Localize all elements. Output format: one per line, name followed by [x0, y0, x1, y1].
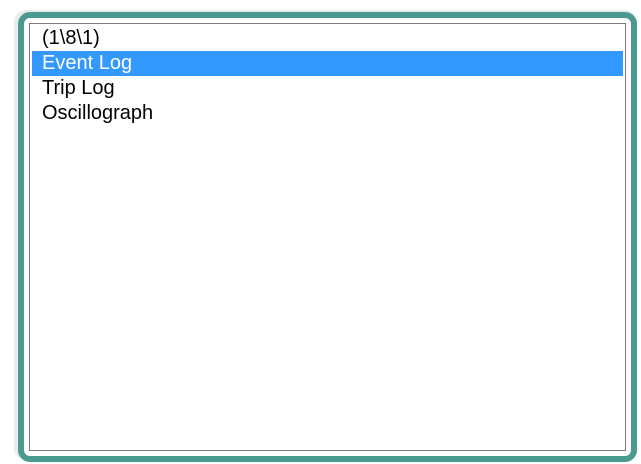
listbox-items: (1\8\1) Event Log Trip Log Oscillograph — [32, 26, 623, 126]
list-item-event-log[interactable]: Event Log — [32, 51, 623, 76]
listbox[interactable]: (1\8\1) Event Log Trip Log Oscillograph — [29, 23, 626, 451]
page: (1\8\1) Event Log Trip Log Oscillograph — [0, 0, 641, 464]
list-item-trip-log[interactable]: Trip Log — [32, 76, 623, 101]
list-item-oscillograph[interactable]: Oscillograph — [32, 101, 623, 126]
listbox-frame: (1\8\1) Event Log Trip Log Oscillograph — [18, 12, 637, 462]
list-item-path[interactable]: (1\8\1) — [32, 26, 623, 51]
